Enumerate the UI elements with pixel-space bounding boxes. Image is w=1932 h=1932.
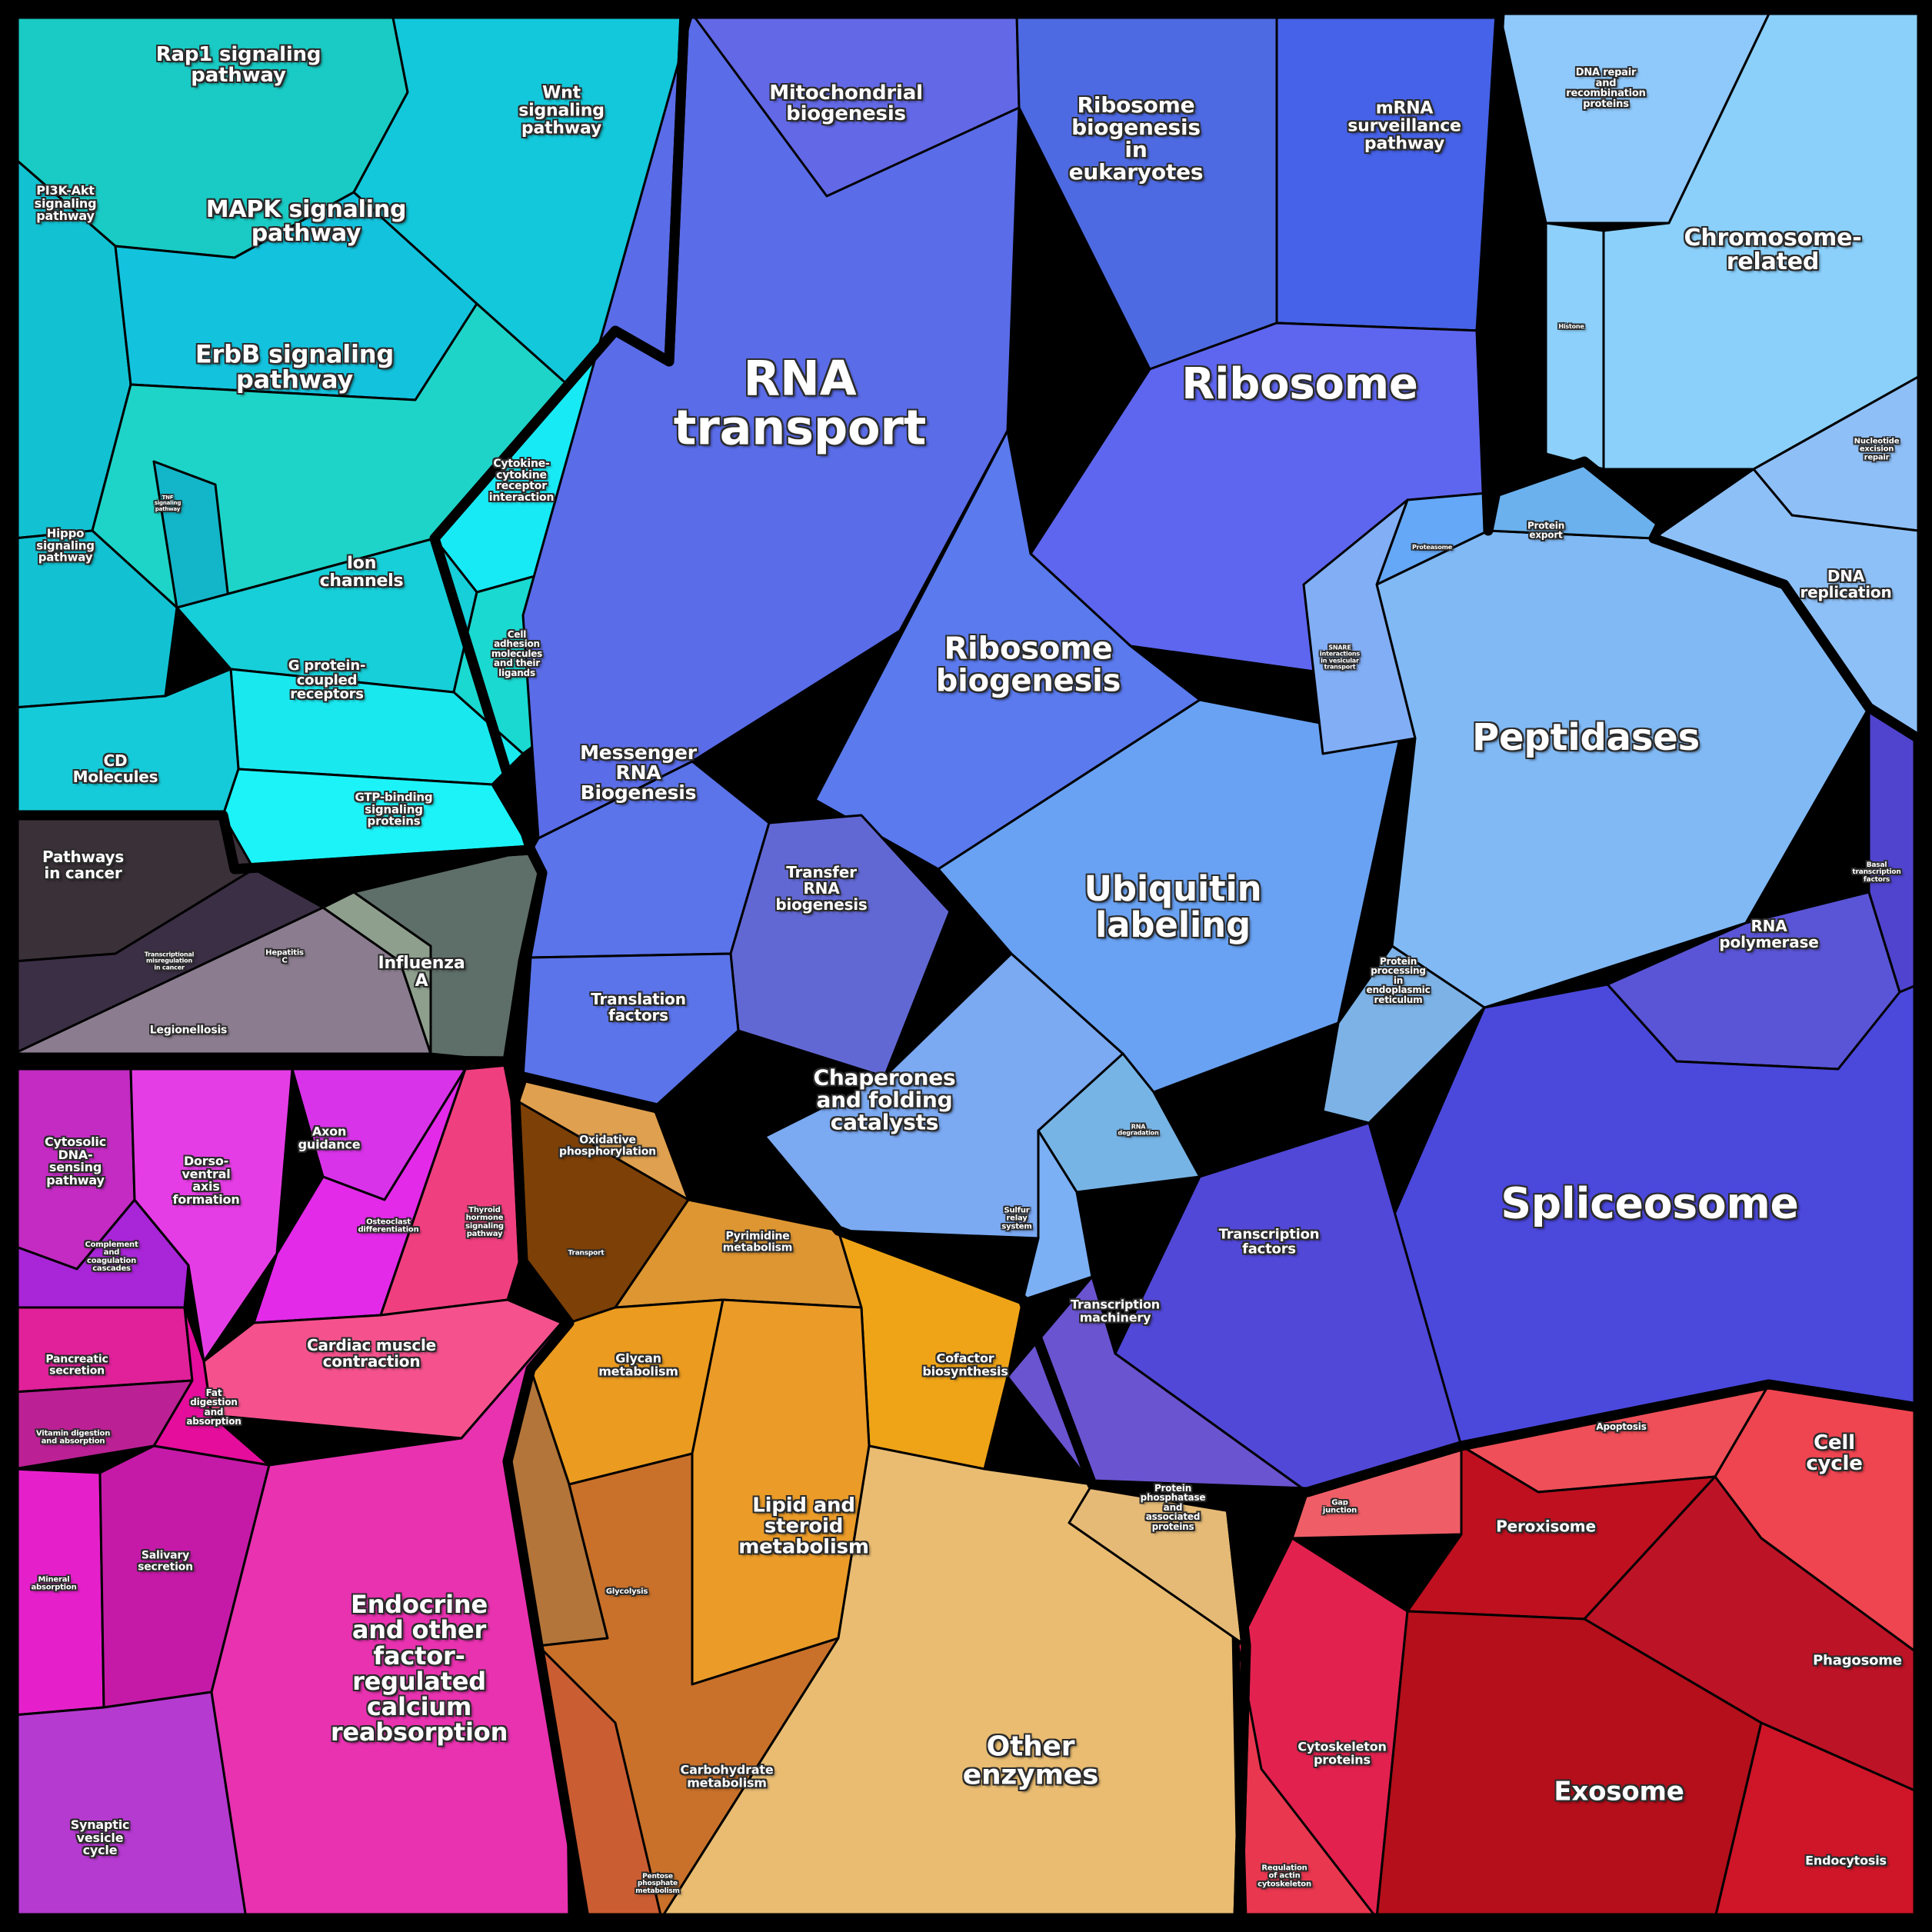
treemap-cell[interactable] xyxy=(12,1467,105,1717)
voronoi-treemap-figure: Rap1 signaling pathway Wnt signaling path… xyxy=(0,0,1932,1932)
treemap-cell[interactable] xyxy=(1544,222,1605,471)
treemap-cell[interactable] xyxy=(1015,12,1278,371)
treemap-cell[interactable] xyxy=(12,1690,248,1920)
treemap-cell[interactable] xyxy=(12,1306,194,1394)
treemap-polygons xyxy=(0,0,1932,1932)
treemap-cell[interactable] xyxy=(1275,12,1501,332)
